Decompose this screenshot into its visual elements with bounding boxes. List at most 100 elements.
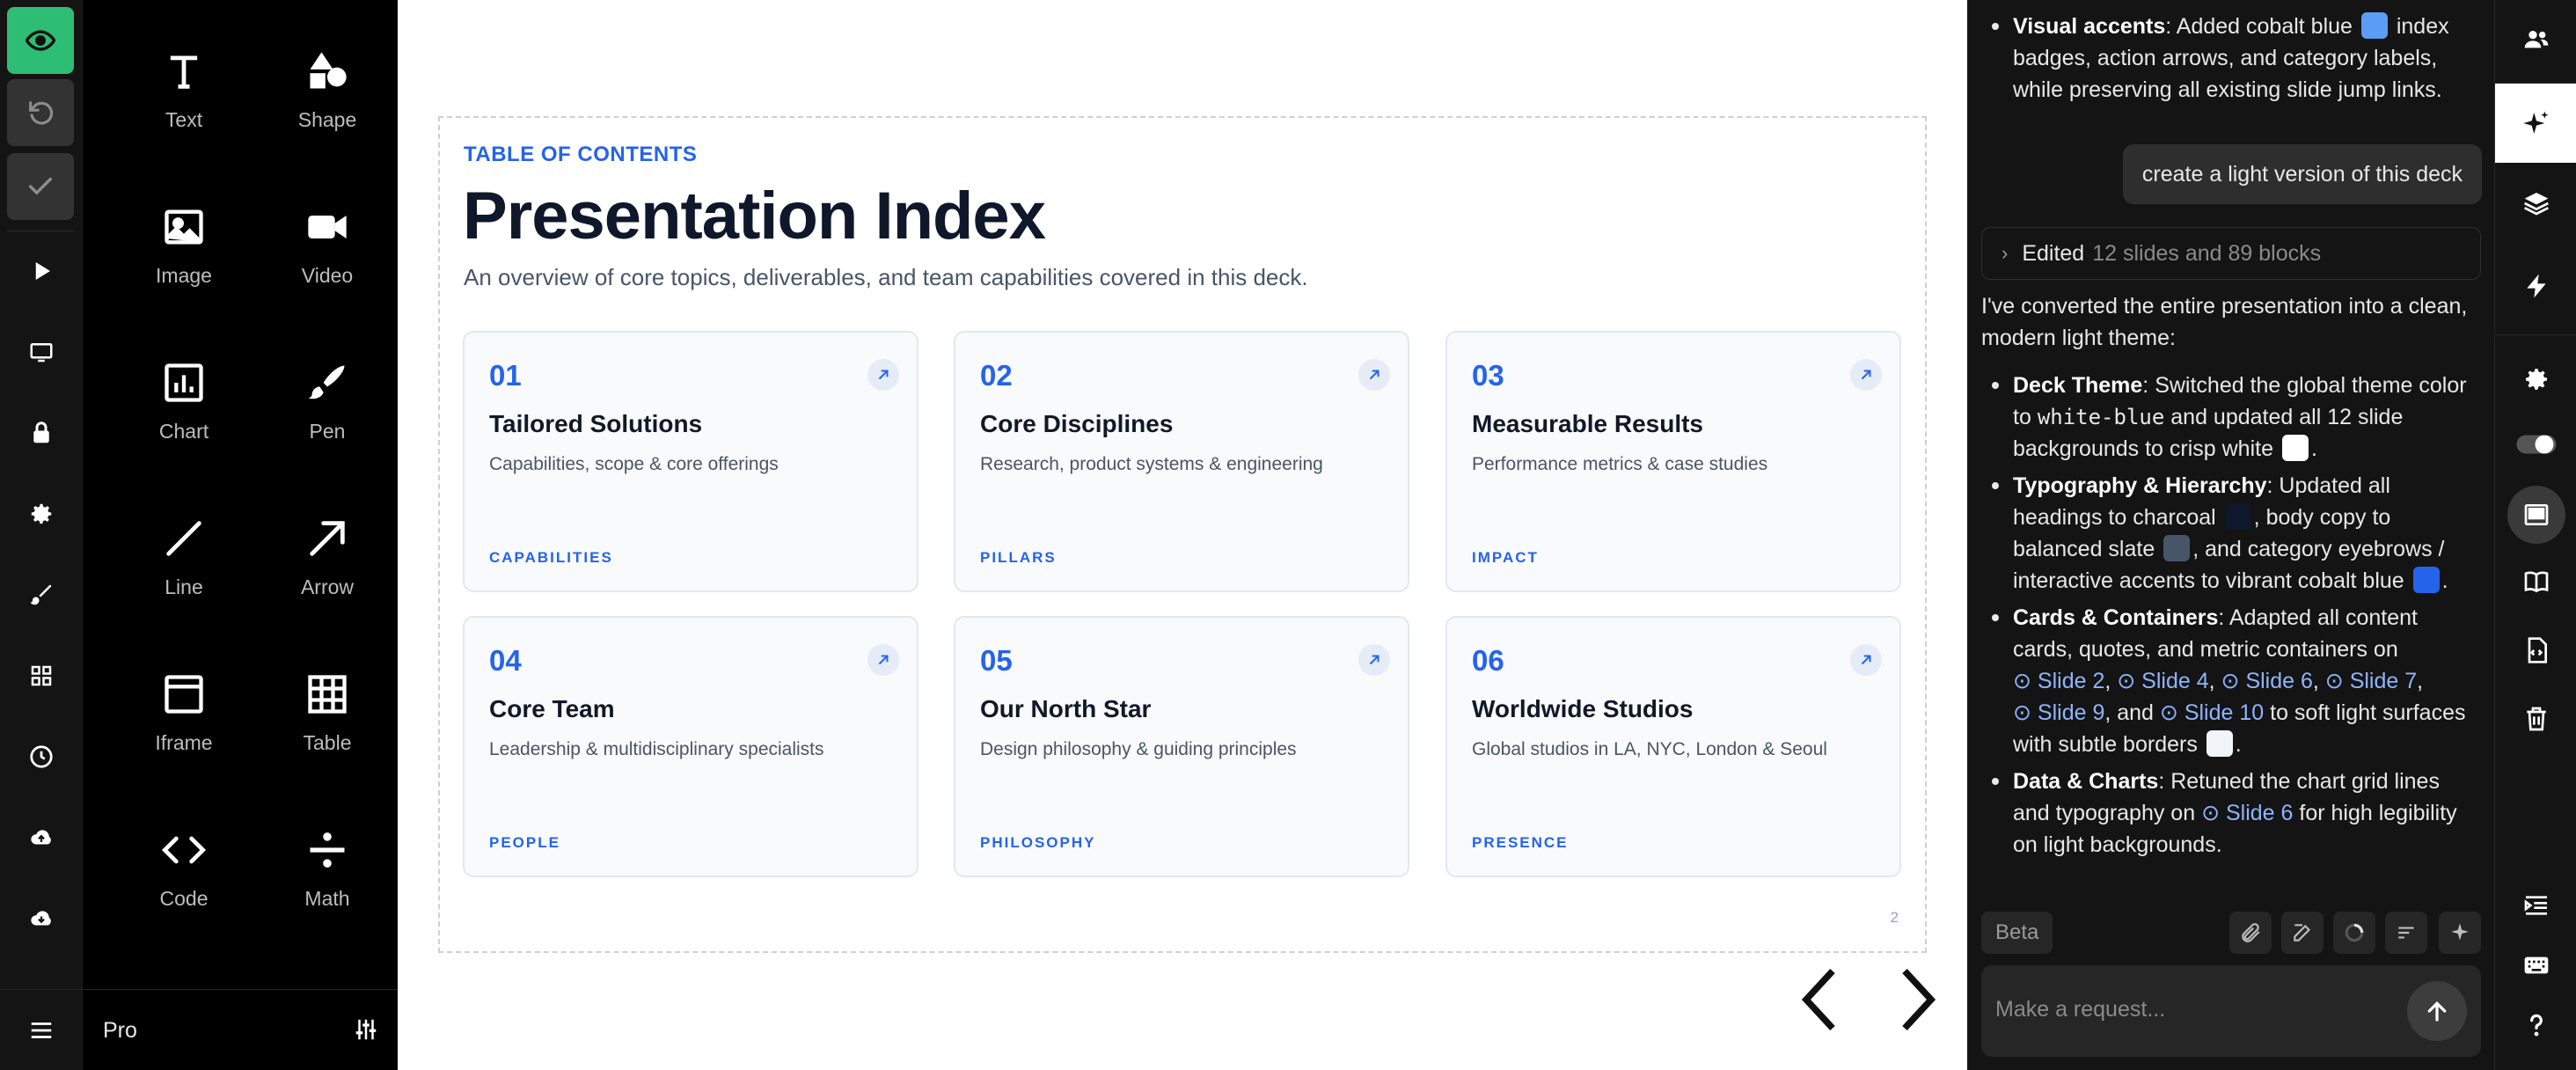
collaborators-button[interactable] (2495, 0, 2576, 79)
toc-card-03[interactable]: 03 Measurable Results Performance metric… (1445, 331, 1901, 592)
slide-10-link[interactable]: ⊙ Slide 10 (2160, 700, 2264, 725)
toc-card-02[interactable]: 02 Core Disciplines Research, product sy… (954, 331, 1409, 592)
style-button[interactable] (0, 568, 82, 621)
toc-card-04[interactable]: 04 Core Team Leadership & multidisciplin… (463, 616, 918, 877)
toc-card-06[interactable]: 06 Worldwide Studios Global studios in L… (1445, 616, 1901, 877)
download-button[interactable] (0, 892, 82, 945)
card-link-button[interactable] (1358, 644, 1390, 676)
shape-tool[interactable]: Shape (261, 0, 393, 132)
layers-button[interactable] (2495, 164, 2576, 243)
toc-card-01[interactable]: 01 Tailored Solutions Capabilities, scop… (463, 331, 918, 592)
sort-button[interactable] (2385, 912, 2427, 954)
toc-card-05[interactable]: 05 Our North Star Design philosophy & gu… (954, 616, 1409, 877)
cloud-upload-icon (30, 830, 51, 845)
arrow-icon (310, 521, 345, 556)
table-tool[interactable]: Table (261, 623, 393, 755)
confirm-button[interactable] (7, 153, 74, 220)
iframe-tool[interactable]: Iframe (118, 623, 250, 755)
display-button[interactable] (0, 326, 82, 378)
chevron-right-icon (1902, 968, 1936, 1031)
card-category: PHILOSOPHY (980, 834, 1096, 851)
frame-icon (2524, 504, 2548, 525)
line-tool[interactable]: Line (118, 467, 250, 599)
slide-6-link[interactable]: ⊙ Slide 6 (2221, 669, 2313, 693)
slide-page-number: 2 (1890, 909, 1899, 926)
toggle-switch[interactable] (2495, 405, 2576, 484)
card-title: Core Disciplines (980, 410, 1174, 437)
slide-7-link[interactable]: ⊙ Slide 7 (2325, 669, 2417, 693)
delete-button[interactable] (2495, 679, 2576, 759)
edited-detail: 12 slides and 89 blocks (2092, 240, 2322, 266)
math-tool[interactable]: Math (261, 779, 393, 911)
settings-button[interactable] (0, 487, 82, 540)
edit-icon (2294, 924, 2311, 942)
slides-grid-button[interactable] (0, 649, 82, 702)
preview-button[interactable] (7, 7, 74, 74)
chart-icon (165, 363, 203, 402)
chart-tool[interactable]: Chart (118, 311, 250, 443)
pen-tool[interactable]: Pen (261, 311, 393, 443)
upload-button[interactable] (0, 811, 82, 864)
layers-icon (2523, 193, 2549, 216)
embed-code-button[interactable] (2495, 611, 2576, 690)
loading-button[interactable] (2333, 912, 2375, 954)
beta-badge: Beta (1981, 912, 2053, 954)
video-tool[interactable]: Video (261, 156, 393, 288)
request-input[interactable] (1995, 992, 2382, 1027)
arrow-up-icon (2427, 1000, 2447, 1022)
card-link-button[interactable] (867, 644, 899, 676)
code-tool[interactable]: Code (118, 779, 250, 911)
link-text: Slide 10 (2184, 700, 2265, 725)
text-tool[interactable]: Text (118, 0, 250, 132)
link-text: Slide 9 (2037, 700, 2105, 725)
previous-response: Visual accents: Added cobalt blue index … (1985, 11, 2477, 106)
card-link-button[interactable] (1850, 359, 1882, 391)
ai-assistant-button[interactable] (2495, 84, 2576, 163)
send-button[interactable] (2407, 981, 2467, 1041)
brush-icon (30, 584, 51, 605)
bullet-cards-containers: Cards & Containers: Adapted all content … (1985, 602, 2477, 760)
actions-button[interactable] (2495, 246, 2576, 326)
card-link-button[interactable] (1358, 359, 1390, 391)
magic-button[interactable] (2439, 912, 2481, 954)
slide-6-link[interactable]: ⊙ Slide 6 (2201, 801, 2293, 825)
attach-button[interactable] (2229, 912, 2272, 954)
arrow-up-right-icon (878, 655, 889, 665)
undo-button[interactable] (7, 79, 74, 146)
card-link-button[interactable] (867, 359, 899, 391)
slide-9-link[interactable]: ⊙ Slide 9 (2013, 700, 2104, 725)
slide-4-link[interactable]: ⊙ Slide 4 (2117, 669, 2208, 693)
slate-swatch (2163, 535, 2191, 561)
toggle-icon (2516, 435, 2556, 454)
present-button[interactable] (0, 245, 82, 297)
card-index: 01 (489, 359, 522, 392)
history-button[interactable] (0, 730, 82, 783)
menu-icon (31, 1022, 51, 1038)
arrow-tool[interactable]: Arrow (261, 467, 393, 599)
edit-button[interactable] (2281, 912, 2324, 954)
card-link-button[interactable] (1850, 644, 1882, 676)
pen-icon (308, 365, 345, 399)
bullet-label: Cards & Containers (2013, 605, 2219, 630)
sparkle-icon (2522, 111, 2548, 134)
card-description: Capabilities, scope & core offerings (489, 454, 779, 474)
slide-2-link[interactable]: ⊙ Slide 2 (2013, 669, 2104, 693)
card-index: 04 (489, 644, 522, 677)
tool-settings-button[interactable] (353, 1016, 379, 1047)
previous-slide-button[interactable] (1791, 964, 1848, 1035)
edited-summary-toggle[interactable]: › Edited 12 slides and 89 blocks (1981, 227, 2481, 280)
main-menu-button[interactable] (0, 989, 82, 1070)
notes-button[interactable] (2495, 542, 2576, 621)
edited-label: Edited (2022, 240, 2085, 266)
bullet-label: Typography & Hierarchy (2013, 473, 2267, 498)
gear-icon (2525, 369, 2547, 390)
help-button[interactable] (2495, 986, 2576, 1065)
white-swatch (2281, 435, 2309, 461)
lock-button[interactable] (0, 407, 82, 459)
chart-tool-label: Chart (158, 420, 209, 443)
next-slide-button[interactable] (1890, 964, 1946, 1035)
card-category: CAPABILITIES (489, 549, 613, 566)
bullet-end: . (2235, 732, 2242, 757)
image-tool[interactable]: Image (118, 156, 250, 288)
slide[interactable]: TABLE OF CONTENTS Presentation Index An … (438, 116, 1927, 953)
